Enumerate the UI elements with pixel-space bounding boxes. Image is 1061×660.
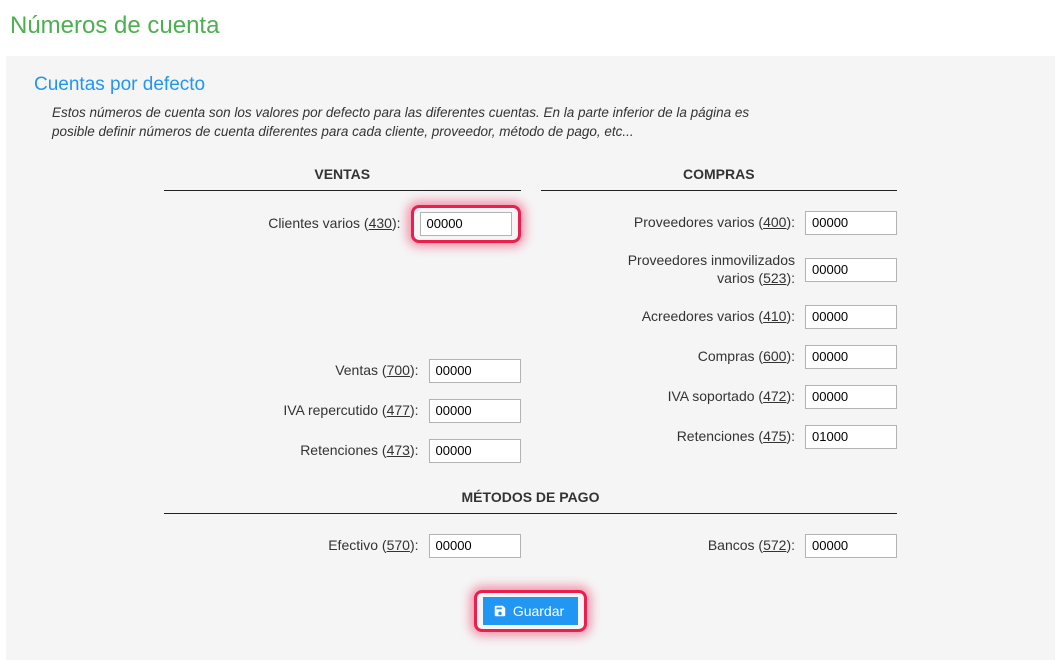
label-proveedores-varios: Proveedores varios (400): [541,214,806,232]
label-code: 472 [763,388,786,404]
row-retenciones-ventas: Retenciones (473): [164,433,521,469]
row-iva-soportado: IVA soportado (472): [541,379,898,415]
label-suffix: ): [410,362,419,378]
input-iva-repercutido[interactable] [429,399,521,423]
label-suffix: ): [786,270,795,286]
row-efectivo: Efectivo (570): [164,528,521,564]
panel-title: Cuentas por defecto [34,74,1027,96]
input-retenciones-compras[interactable] [805,425,897,449]
label-text: Retenciones ( [677,428,763,444]
label-suffix: ): [786,537,795,553]
row-iva-repercutido: IVA repercutido (477): [164,393,521,429]
input-bancos[interactable] [805,534,897,558]
label-text: IVA soportado ( [668,388,763,404]
input-retenciones-ventas[interactable] [429,439,521,463]
row-retenciones-compras: Retenciones (475): [541,419,898,455]
page-title: Números de cuenta [10,12,1061,40]
label-text: Acreedores varios ( [642,308,763,324]
label-suffix: ): [786,348,795,364]
compras-column: COMPRAS Proveedores varios (400): Provee… [541,160,898,473]
label-proveedores-inmovilizados: Proveedores inmovilizados varios (523): [541,252,806,287]
ventas-column: VENTAS Clientes varios (430): Ventas (70… [164,160,521,473]
label-efectivo: Efectivo (570): [164,537,429,555]
save-icon [493,604,507,618]
pago-col-bancos: Bancos (572): [541,528,898,568]
label-text: IVA repercutido ( [283,402,386,418]
label-suffix: ): [410,442,419,458]
label-text: varios ( [717,270,763,286]
save-button[interactable]: Guardar [483,597,578,625]
label-code: 430 [369,215,392,231]
row-proveedores-inmovilizados: Proveedores inmovilizados varios (523): [541,245,898,295]
label-suffix: ): [786,428,795,444]
defaults-panel: Cuentas por defecto Estos números de cue… [6,56,1055,660]
label-code: 572 [763,537,786,553]
label-text: Retenciones ( [300,442,386,458]
input-compras[interactable] [805,345,897,369]
label-ventas: Ventas (700): [164,362,429,380]
label-suffix: ): [392,215,401,231]
metodos-pago-header: MÉTODOS DE PAGO [164,483,897,514]
save-button-wrap: Guardar [34,590,1027,632]
pago-col-efectivo: Efectivo (570): [164,528,521,568]
row-compras: Compras (600): [541,339,898,375]
panel-description: Estos números de cuenta son los valores … [52,104,772,142]
label-code: 600 [763,348,786,364]
label-text: Compras ( [698,348,763,364]
label-suffix: ): [410,402,419,418]
label-suffix: ): [786,388,795,404]
label-compras: Compras (600): [541,348,806,366]
input-efectivo[interactable] [429,534,521,558]
label-code: 410 [763,308,786,324]
label-suffix: ): [410,537,419,553]
metodos-pago-block: MÉTODOS DE PAGO Efectivo (570): Bancos (… [34,483,1027,568]
ventas-spacer [164,247,521,353]
label-iva-soportado: IVA soportado (472): [541,388,806,406]
label-suffix: ): [786,214,795,230]
label-bancos: Bancos (572): [541,537,806,555]
compras-header: COMPRAS [541,160,898,191]
highlight-save: Guardar [474,590,587,632]
label-code: 523 [763,270,786,286]
label-iva-repercutido: IVA repercutido (477): [164,402,429,420]
input-proveedores-varios[interactable] [805,211,897,235]
label-text: Clientes varios ( [268,215,368,231]
label-code: 475 [763,428,786,444]
row-clientes-varios: Clientes varios (430): [164,205,521,243]
label-clientes-varios: Clientes varios (430): [164,215,411,233]
label-retenciones-compras: Retenciones (475): [541,428,806,446]
label-text: Bancos ( [708,537,763,553]
label-acreedores-varios: Acreedores varios (410): [541,308,806,326]
input-proveedores-inmovilizados[interactable] [805,258,897,282]
label-text: Efectivo ( [328,537,386,553]
label-retenciones-ventas: Retenciones (473): [164,442,429,460]
label-suffix: ): [786,308,795,324]
label-text: Ventas ( [335,362,386,378]
input-clientes-varios[interactable] [420,212,512,236]
label-code: 400 [763,214,786,230]
input-iva-soportado[interactable] [805,385,897,409]
row-acreedores-varios: Acreedores varios (410): [541,299,898,335]
label-text: Proveedores varios ( [634,214,763,230]
label-code: 570 [387,537,410,553]
input-acreedores-varios[interactable] [805,305,897,329]
row-proveedores-varios: Proveedores varios (400): [541,205,898,241]
row-ventas: Ventas (700): [164,353,521,389]
highlight-clientes-varios [411,205,521,243]
row-bancos: Bancos (572): [541,528,898,564]
label-line1: Proveedores inmovilizados [541,252,796,270]
label-code: 700 [387,362,410,378]
label-code: 473 [387,442,410,458]
label-code: 477 [387,402,410,418]
save-button-label: Guardar [513,603,564,619]
ventas-header: VENTAS [164,160,521,191]
input-ventas[interactable] [429,359,521,383]
